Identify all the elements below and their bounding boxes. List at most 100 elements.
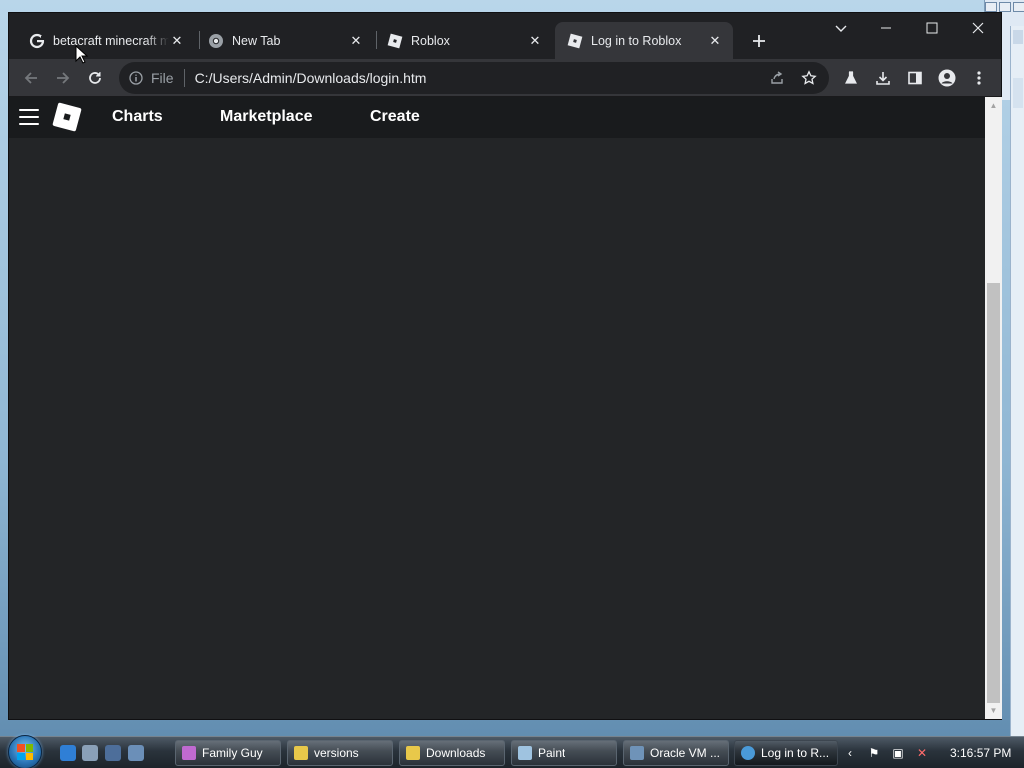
close-window-button[interactable] bbox=[955, 13, 1001, 43]
scroll-up-arrow[interactable]: ▲ bbox=[985, 97, 1002, 114]
browser-toolbar: File C:/Users/Admin/Downloads/login.htm bbox=[9, 59, 1001, 97]
url-text[interactable]: C:/Users/Admin/Downloads/login.htm bbox=[195, 70, 427, 86]
paint-icon bbox=[518, 746, 532, 760]
tab-roblox[interactable]: Roblox ✕ bbox=[375, 22, 553, 59]
taskbar-item-label: Paint bbox=[538, 746, 566, 760]
taskbar-item-versions[interactable]: versions bbox=[287, 740, 393, 766]
roblox-icon bbox=[567, 33, 583, 49]
bg-minimize-control[interactable] bbox=[985, 2, 997, 12]
reload-icon bbox=[89, 72, 101, 84]
back-button[interactable] bbox=[17, 64, 45, 92]
download-icon bbox=[876, 72, 890, 85]
taskbar-item-downloads[interactable]: Downloads bbox=[399, 740, 505, 766]
share-icon bbox=[771, 71, 783, 84]
arrow-left-icon bbox=[24, 72, 37, 84]
taskbar-item-label: versions bbox=[314, 746, 359, 760]
side-panel-icon bbox=[908, 71, 922, 85]
profile-button[interactable] bbox=[933, 64, 961, 92]
start-button[interactable] bbox=[8, 735, 42, 768]
url-scheme-label: File bbox=[151, 70, 174, 86]
roblox-icon bbox=[387, 33, 403, 49]
google-g-icon bbox=[29, 33, 45, 49]
close-tab-icon[interactable]: ✕ bbox=[527, 33, 543, 49]
folder-icon bbox=[406, 746, 420, 760]
side-panel-button[interactable] bbox=[901, 64, 929, 92]
flask-icon bbox=[845, 71, 857, 84]
nav-link-charts[interactable]: Charts bbox=[112, 108, 163, 126]
plus-icon bbox=[753, 35, 765, 47]
network-icon[interactable]: ▣ bbox=[890, 745, 906, 761]
tab-strip: betacraft minecraft m ✕ New Tab ✕ Roblox… bbox=[9, 13, 1001, 59]
new-tab-button[interactable] bbox=[745, 27, 773, 55]
bg-close-control[interactable] bbox=[1013, 2, 1024, 12]
minimize-icon bbox=[881, 27, 891, 29]
system-tray: ‹ ⚑ ▣ ✕ bbox=[842, 737, 938, 768]
taskbar-item-paint[interactable]: Paint bbox=[511, 740, 617, 766]
chevron-down-icon bbox=[835, 25, 847, 32]
internet-explorer-icon[interactable] bbox=[60, 745, 76, 761]
bookmark-button[interactable] bbox=[795, 64, 823, 92]
page-viewport: Charts Marketplace Create bbox=[9, 97, 985, 719]
virtualbox-icon bbox=[630, 746, 644, 760]
roblox-logo[interactable] bbox=[52, 102, 82, 132]
background-window-strip bbox=[1010, 26, 1024, 766]
scroll-down-arrow[interactable]: ▼ bbox=[985, 702, 1002, 719]
chrome-icon bbox=[208, 33, 224, 49]
app-icon bbox=[182, 746, 196, 760]
maximize-icon bbox=[926, 22, 938, 34]
maximize-window-button[interactable] bbox=[909, 13, 955, 43]
labs-button[interactable] bbox=[837, 64, 865, 92]
flag-icon[interactable]: ⚑ bbox=[866, 745, 882, 761]
tab-title: New Tab bbox=[232, 33, 281, 48]
omnibox-divider bbox=[183, 69, 185, 87]
tab-search-button[interactable] bbox=[827, 17, 855, 41]
minimize-window-button[interactable] bbox=[863, 13, 909, 43]
page-scrollbar[interactable]: ▲ ▼ bbox=[985, 97, 1002, 719]
tab-title: betacraft minecraft m bbox=[53, 33, 169, 48]
volume-muted-icon[interactable]: ✕ bbox=[914, 745, 930, 761]
nav-link-marketplace[interactable]: Marketplace bbox=[220, 108, 313, 126]
chrome-icon bbox=[741, 746, 755, 760]
folder-icon bbox=[294, 746, 308, 760]
tab-title: Log in to Roblox bbox=[591, 33, 682, 48]
chevron-left-icon[interactable]: ‹ bbox=[842, 745, 858, 761]
star-icon bbox=[801, 70, 817, 85]
site-header: Charts Marketplace Create bbox=[9, 97, 985, 138]
close-icon bbox=[972, 22, 984, 34]
close-tab-icon[interactable]: ✕ bbox=[707, 33, 723, 49]
taskbar-item-label: Log in to R... bbox=[761, 746, 830, 760]
clock[interactable]: 3:16:57 PM bbox=[950, 746, 1011, 760]
bg-restore-control[interactable] bbox=[999, 2, 1011, 12]
hamburger-menu-icon[interactable] bbox=[19, 109, 39, 125]
forward-button[interactable] bbox=[49, 64, 77, 92]
taskbar-item-oracle-vm[interactable]: Oracle VM ... bbox=[623, 740, 729, 766]
switch-windows-icon[interactable] bbox=[128, 745, 144, 761]
reload-button[interactable] bbox=[81, 64, 109, 92]
browser-window: betacraft minecraft m ✕ New Tab ✕ Roblox… bbox=[8, 12, 1002, 720]
menu-button[interactable] bbox=[965, 64, 993, 92]
share-button[interactable] bbox=[763, 64, 791, 92]
tab-betacraft[interactable]: betacraft minecraft m ✕ bbox=[17, 22, 195, 59]
virtualbox-quicklaunch-icon[interactable] bbox=[82, 745, 98, 761]
profile-icon bbox=[938, 69, 956, 87]
taskbar-item-chrome-login[interactable]: Log in to R... bbox=[734, 740, 838, 766]
taskbar: Family Guy versions Downloads Paint Orac… bbox=[0, 735, 1024, 768]
tab-new-tab[interactable]: New Tab ✕ bbox=[196, 22, 374, 59]
taskbar-item-label: Downloads bbox=[426, 746, 486, 760]
windows-logo-icon bbox=[17, 744, 33, 760]
scrollbar-thumb[interactable] bbox=[987, 283, 1000, 703]
taskbar-item-family-guy[interactable]: Family Guy bbox=[175, 740, 281, 766]
tab-title: Roblox bbox=[411, 33, 450, 48]
nav-link-create[interactable]: Create bbox=[370, 108, 420, 126]
address-bar[interactable]: File C:/Users/Admin/Downloads/login.htm bbox=[119, 62, 829, 94]
taskbar-item-label: Family Guy bbox=[202, 746, 263, 760]
close-tab-icon[interactable]: ✕ bbox=[348, 33, 364, 49]
taskbar-item-label: Oracle VM ... bbox=[650, 746, 721, 760]
kebab-menu-icon bbox=[977, 71, 981, 85]
close-tab-icon[interactable]: ✕ bbox=[169, 33, 185, 49]
info-icon[interactable] bbox=[127, 69, 145, 87]
show-desktop-icon[interactable] bbox=[105, 745, 121, 761]
downloads-button[interactable] bbox=[869, 64, 897, 92]
mouse-cursor-icon bbox=[75, 45, 89, 64]
tab-login-roblox[interactable]: Log in to Roblox ✕ bbox=[555, 22, 733, 59]
